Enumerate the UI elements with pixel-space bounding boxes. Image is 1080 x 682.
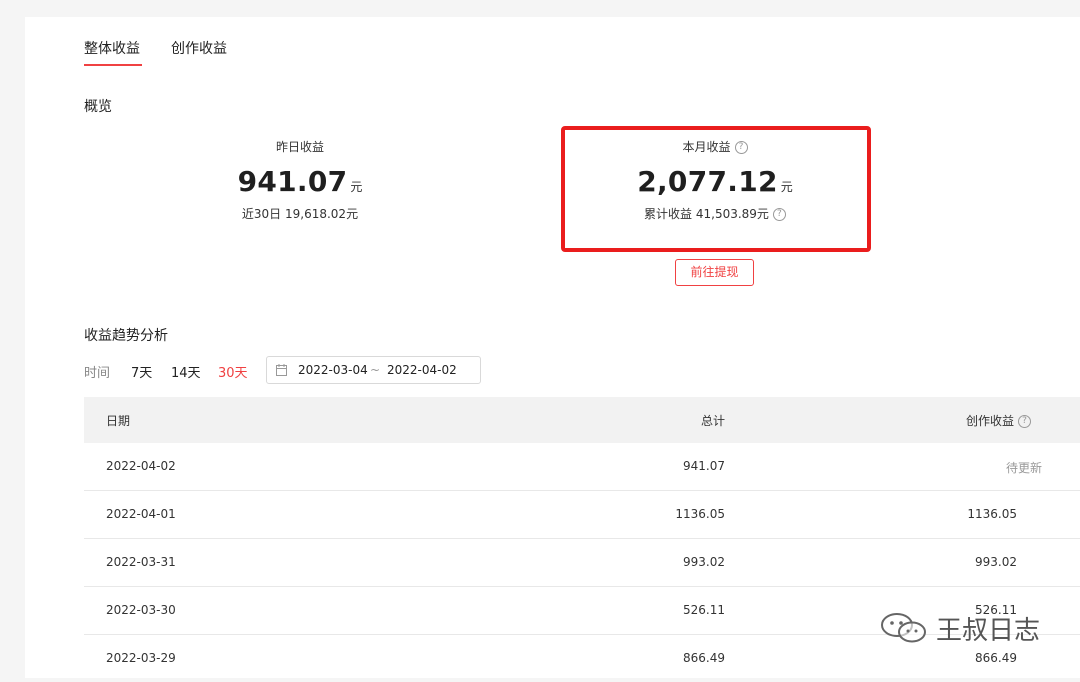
row-creation-earnings: 993.02 bbox=[975, 555, 1017, 569]
row-total: 993.02 bbox=[683, 555, 725, 569]
earnings-panel: 整体收益 创作收益 概览 昨日收益 941.07 元 近30日 19,618.02… bbox=[25, 17, 1080, 678]
yesterday-earnings-value: 941.07 bbox=[237, 165, 348, 198]
header-creation-earnings: 创作收益 bbox=[965, 414, 1014, 428]
time-label: 时间 bbox=[84, 366, 111, 381]
table-row: 2022-03-30 526.11 526.11 bbox=[84, 587, 1080, 635]
highlight-annotation-box bbox=[561, 126, 871, 252]
row-date: 2022-04-01 bbox=[106, 507, 176, 521]
yesterday-earnings-label: 昨日收益 bbox=[275, 140, 324, 154]
withdraw-button[interactable]: 前往提现 bbox=[675, 259, 754, 286]
date-range-end[interactable]: 2022-04-02 bbox=[387, 363, 457, 377]
table-row: 2022-03-29 866.49 866.49 bbox=[84, 635, 1080, 682]
header-total: 总计 bbox=[700, 414, 725, 428]
tab-overall-earnings[interactable]: 整体收益 bbox=[84, 38, 140, 58]
range-14-days[interactable]: 14天 bbox=[171, 362, 201, 381]
row-creation-earnings: 待更新 bbox=[1005, 461, 1042, 475]
question-circle-icon[interactable]: ? bbox=[1018, 415, 1031, 428]
wechat-icon bbox=[881, 613, 926, 643]
trend-title: 收益趋势分析 bbox=[84, 328, 168, 344]
row-total: 526.11 bbox=[683, 603, 725, 617]
header-date: 日期 bbox=[106, 414, 131, 428]
date-range-picker[interactable]: 2022-03-04 ~ 2022-04-02 bbox=[266, 356, 481, 384]
row-date: 2022-03-31 bbox=[106, 555, 176, 569]
row-total: 1136.05 bbox=[675, 507, 725, 521]
row-date: 2022-03-29 bbox=[106, 651, 176, 665]
last-30-days-earnings: 近30日 19,618.02元 bbox=[241, 207, 359, 221]
row-creation-earnings: 866.49 bbox=[975, 651, 1017, 665]
row-total: 941.07 bbox=[683, 459, 725, 473]
row-date: 2022-04-02 bbox=[106, 459, 176, 473]
row-total: 866.49 bbox=[683, 651, 725, 665]
date-range-start[interactable]: 2022-03-04 bbox=[298, 363, 368, 377]
row-creation-earnings: 1136.05 bbox=[967, 507, 1017, 521]
table-row: 2022-04-01 1136.05 1136.05 bbox=[84, 491, 1080, 539]
table-header: 日期 总计 创作收益? bbox=[84, 397, 1080, 443]
date-range-separator: ~ bbox=[370, 363, 381, 377]
yesterday-earnings-unit: 元 bbox=[350, 180, 363, 194]
table-row: 2022-04-02 941.07 待更新 bbox=[84, 443, 1080, 491]
range-30-days[interactable]: 30天 bbox=[218, 362, 248, 381]
range-7-days[interactable]: 7天 bbox=[131, 362, 152, 381]
overview-title: 概览 bbox=[84, 99, 112, 115]
table-row: 2022-03-31 993.02 993.02 bbox=[84, 539, 1080, 587]
active-tab-indicator bbox=[84, 64, 142, 66]
tab-creation-earnings[interactable]: 创作收益 bbox=[171, 38, 227, 58]
calendar-icon bbox=[276, 364, 287, 376]
row-date: 2022-03-30 bbox=[106, 603, 176, 617]
yesterday-earnings-card: 昨日收益 941.07 元 近30日 19,618.02元 bbox=[180, 138, 420, 222]
watermark-text: 王叔日志 bbox=[936, 616, 1041, 646]
